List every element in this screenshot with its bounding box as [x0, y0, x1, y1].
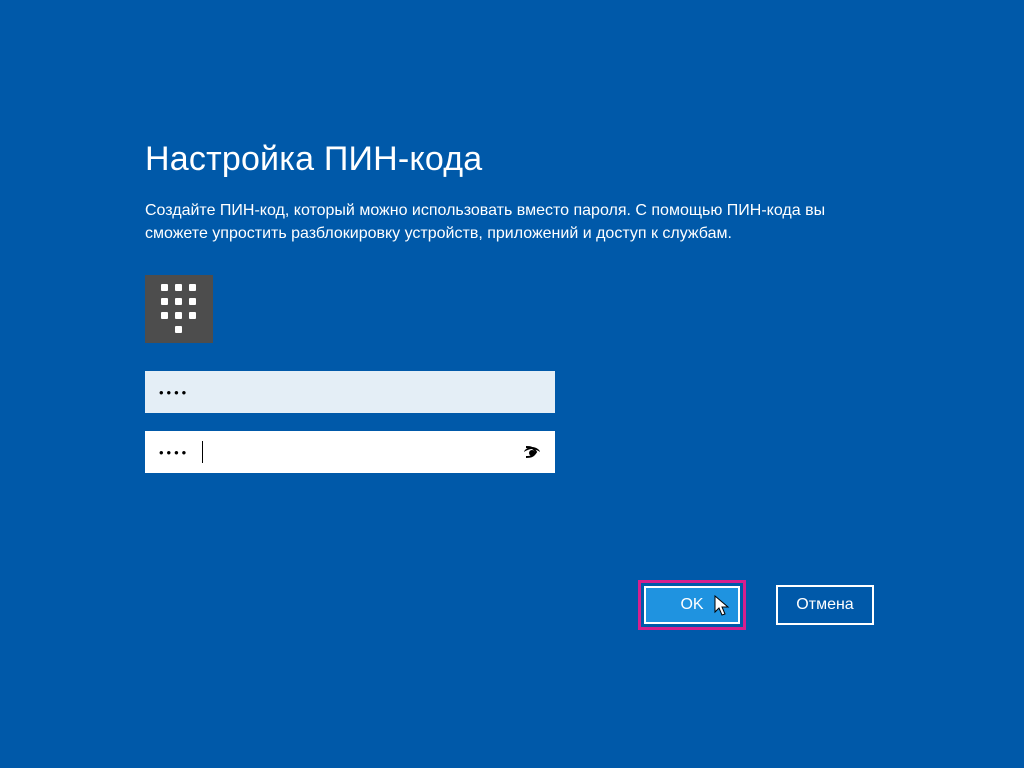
pin-input-value[interactable] [157, 384, 543, 401]
keypad-icon [145, 275, 213, 343]
pin-setup-dialog: Настройка ПИН-кода Создайте ПИН-код, кот… [145, 140, 880, 491]
dialog-description: Создайте ПИН-код, который можно использо… [145, 199, 880, 245]
pin-confirm-value[interactable] [157, 444, 517, 461]
ok-button-highlight: OK [638, 580, 746, 630]
text-caret [202, 441, 203, 463]
dialog-title: Настройка ПИН-кода [145, 140, 880, 179]
cancel-button[interactable]: Отмена [776, 585, 874, 625]
pin-confirm-input[interactable] [145, 431, 555, 473]
pin-input[interactable] [145, 371, 555, 413]
password-reveal-eye-icon[interactable] [521, 441, 543, 463]
ok-button[interactable]: OK [644, 586, 740, 624]
dialog-button-row: OK Отмена [638, 580, 874, 630]
